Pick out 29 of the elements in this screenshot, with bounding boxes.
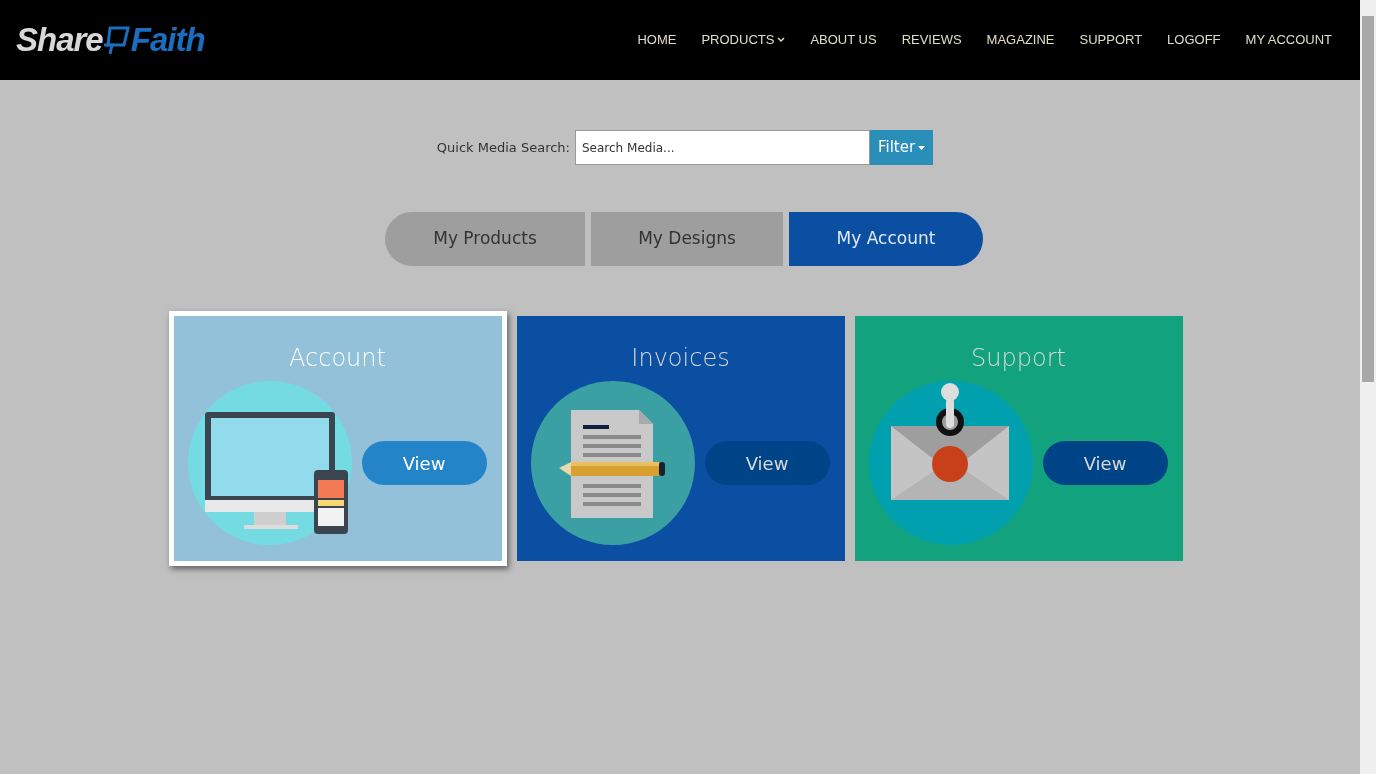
search-field[interactable]: Search Media... <box>575 130 870 165</box>
scrollbar-thumb[interactable] <box>1362 16 1374 382</box>
site-logo[interactable]: Share Faith <box>16 15 205 65</box>
nav-link[interactable]: MY ACCOUNT <box>1245 30 1332 50</box>
nav-link[interactable]: REVIEWS <box>901 30 962 50</box>
view-button[interactable]: View <box>704 441 830 485</box>
caret-icon <box>918 145 926 150</box>
tab[interactable]: My Products <box>385 212 585 266</box>
nav-link[interactable]: SUPPORT <box>1079 30 1143 50</box>
view-button[interactable]: View <box>1042 441 1168 485</box>
card-title: Account <box>289 343 386 374</box>
card-title: Support <box>971 343 1066 374</box>
nav-link[interactable]: LOGOFF <box>1167 30 1221 50</box>
filter-button[interactable]: Filter <box>870 130 934 165</box>
flag-icon <box>103 25 130 55</box>
menu-card[interactable]: Account View <box>168 311 507 566</box>
menu-card[interactable]: Support View <box>854 316 1183 561</box>
view-button[interactable]: View <box>361 441 487 485</box>
scrollbar[interactable] <box>1360 0 1376 774</box>
nav-link[interactable]: MAGAZINE <box>986 30 1055 50</box>
menu-card[interactable]: Invoices View <box>516 316 845 561</box>
nav-link[interactable]: ABOUT US <box>810 30 877 50</box>
nav-link[interactable]: PRODUCTS <box>701 30 786 50</box>
card-title: Invoices <box>631 343 730 374</box>
tab[interactable]: My Designs <box>591 212 783 266</box>
chevron-down-icon <box>777 37 786 43</box>
search-label: Quick Media Search: <box>436 138 570 157</box>
tab[interactable]: My Account <box>789 212 983 266</box>
nav-link[interactable]: HOME <box>637 30 677 50</box>
